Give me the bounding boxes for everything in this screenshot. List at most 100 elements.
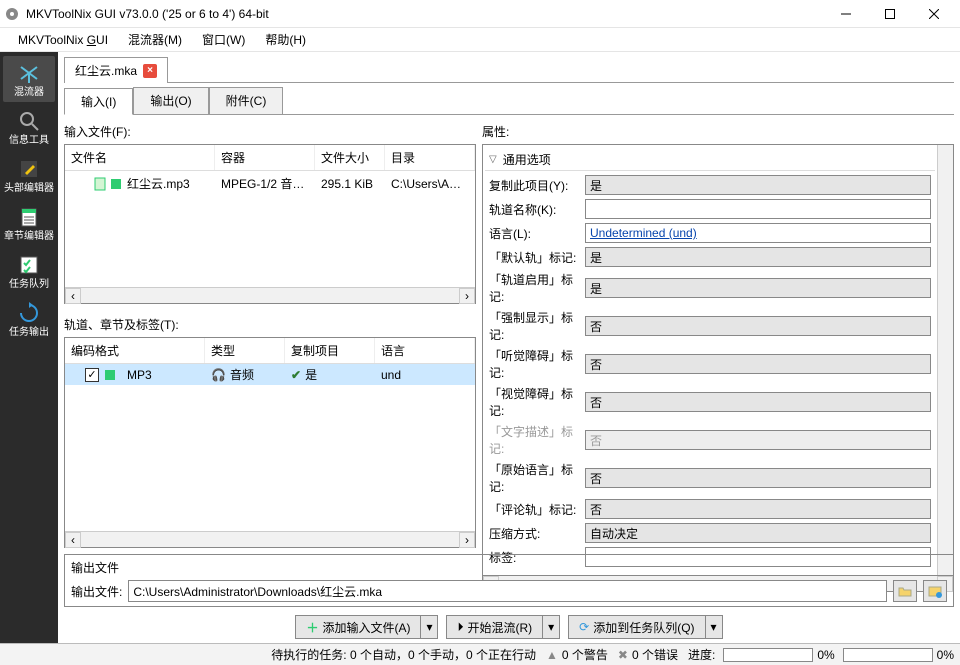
prop-label: 「文字描述」标记: [489, 423, 585, 457]
sidebar-item-output[interactable]: 任务输出 [3, 296, 55, 342]
menu-app[interactable]: MKVToolNix GUI [8, 30, 118, 50]
track-codec: MP3 [127, 368, 152, 382]
input-files-scrollbar[interactable]: ‹ › [65, 287, 475, 303]
file-icon [93, 177, 107, 191]
sidebar-item-label: 章节编辑器 [4, 232, 54, 242]
sidebar-item-queue[interactable]: 任务队列 [3, 248, 55, 294]
tab-input[interactable]: 输入(I) [64, 88, 133, 115]
scroll-left-icon[interactable]: ‹ [65, 532, 81, 548]
scroll-left-icon[interactable]: ‹ [65, 288, 81, 304]
col-container[interactable]: 容器 [215, 145, 315, 170]
content-area: 红尘云.mka × 输入(I) 输出(O) 附件(C) 输入文件(F): 文件名… [58, 52, 960, 643]
add-to-queue-label: 添加到任务队列(Q) [593, 619, 694, 636]
track-type: 音频 [230, 368, 254, 382]
output-section: 输出文件 输出文件: ＋ 添加输入文件(A) ▾ [64, 554, 954, 639]
output-section-title: 输出文件 [71, 559, 947, 576]
sidebar-item-label: 头部编辑器 [4, 184, 54, 194]
prop-copy-select[interactable]: 是 [585, 175, 931, 195]
sidebar-item-label: 信息工具 [9, 136, 49, 146]
properties-group-label: 通用选项 [503, 151, 551, 168]
notepad-icon [16, 204, 42, 230]
add-to-queue-dropdown[interactable]: ▾ [705, 615, 723, 639]
output-file-input[interactable] [128, 580, 887, 602]
prop-track-name-input[interactable] [585, 199, 931, 219]
prop-default-select[interactable]: 是 [585, 247, 931, 267]
col-type[interactable]: 类型 [205, 338, 285, 363]
document-tab[interactable]: 红尘云.mka × [64, 57, 168, 83]
progress-value-1: 0% [817, 648, 834, 662]
col-directory[interactable]: 目录 [385, 145, 475, 170]
add-to-queue-button[interactable]: ⟳ 添加到任务队列(Q) [568, 615, 704, 639]
magnifier-icon [16, 108, 42, 134]
play-icon: ⏵ [457, 620, 463, 635]
status-pending: 待执行的任务: 0 个自动，0 个手动，0 个正在行动 [271, 646, 536, 663]
col-language[interactable]: 语言 [375, 338, 475, 363]
col-size[interactable]: 文件大小 [315, 145, 385, 170]
prop-enabled-select[interactable]: 是 [585, 278, 931, 298]
prop-language-link[interactable]: Undetermined (und) [585, 223, 931, 243]
headphones-icon: 🎧 [211, 368, 226, 382]
tracks-scrollbar[interactable]: ‹ › [65, 531, 475, 547]
collapse-icon: ▽ [489, 154, 497, 165]
prop-commentary-select[interactable]: 否 [585, 499, 931, 519]
maximize-button[interactable] [868, 0, 912, 28]
prop-original-select[interactable]: 否 [585, 468, 931, 488]
properties-group-header[interactable]: ▽ 通用选项 [485, 149, 935, 171]
scroll-right-icon[interactable]: › [459, 532, 475, 548]
recent-output-button[interactable] [923, 580, 947, 602]
prop-label: 语言(L): [489, 225, 585, 242]
statusbar: 待执行的任务: 0 个自动，0 个手动，0 个正在行动 ▲ 0 个警告 ✖ 0 … [0, 643, 960, 665]
prop-compression-select[interactable]: 自动决定 [585, 523, 931, 543]
sidebar-item-label: 混流器 [14, 88, 44, 98]
prop-original: 「原始语言」标记: 否 [485, 461, 935, 495]
menu-help[interactable]: 帮助(H) [255, 28, 316, 51]
document-tabs: 红尘云.mka × [64, 56, 954, 83]
prop-compression: 压缩方式: 自动决定 [485, 523, 935, 543]
sidebar-item-info[interactable]: 信息工具 [3, 104, 55, 150]
sidebar-item-chapter-editor[interactable]: 章节编辑器 [3, 200, 55, 246]
menu-window[interactable]: 窗口(W) [192, 28, 255, 51]
track-copy: 是 [305, 368, 317, 382]
tracks-header: 编码格式 类型 复制项目 语言 [65, 338, 475, 364]
prop-visual-select[interactable]: 否 [585, 392, 931, 412]
sidebar-item-header-editor[interactable]: 头部编辑器 [3, 152, 55, 198]
start-mux-dropdown[interactable]: ▾ [542, 615, 560, 639]
track-lang: und [375, 366, 475, 384]
track-row[interactable]: MP3 🎧音频 ✔是 und [65, 364, 475, 385]
add-source-dropdown[interactable]: ▾ [420, 615, 438, 639]
track-enable-checkbox[interactable] [85, 368, 99, 382]
input-files-header: 文件名 容器 文件大小 目录 [65, 145, 475, 171]
sidebar-item-mux[interactable]: 混流器 [3, 56, 55, 102]
menu-mux[interactable]: 混流器(M) [118, 28, 192, 51]
close-tab-icon[interactable]: × [143, 64, 157, 78]
prop-track-name: 轨道名称(K): [485, 199, 935, 219]
add-source-button[interactable]: ＋ 添加输入文件(A) [295, 615, 420, 639]
file-name: 红尘云.mp3 [127, 175, 190, 192]
file-container: MPEG-1/2 音… [215, 173, 315, 194]
tab-attachments[interactable]: 附件(C) [209, 87, 284, 114]
col-copy[interactable]: 复制项目 [285, 338, 375, 363]
minimize-button[interactable] [824, 0, 868, 28]
track-color-swatch [111, 179, 121, 189]
properties-scrollbar[interactable] [937, 145, 953, 575]
pencil-icon [16, 156, 42, 182]
tab-output[interactable]: 输出(O) [133, 87, 208, 114]
prop-forced-select[interactable]: 否 [585, 316, 931, 336]
track-color-swatch [105, 370, 115, 380]
start-mux-button[interactable]: ⏵ 开始混流(R) [446, 615, 542, 639]
output-file-label: 输出文件: [71, 583, 122, 600]
col-codec[interactable]: 编码格式 [65, 338, 205, 363]
input-file-row[interactable]: 红尘云.mp3 MPEG-1/2 音… 295.1 KiB C:\Users\A… [65, 171, 475, 196]
scroll-right-icon[interactable]: › [459, 288, 475, 304]
prop-forced: 「强制显示」标记: 否 [485, 309, 935, 343]
titlebar: MKVToolNix GUI v73.0.0 ('25 or 6 to 4') … [0, 0, 960, 28]
io-tabs: 输入(I) 输出(O) 附件(C) [64, 87, 954, 115]
refresh-icon [16, 300, 42, 326]
prop-language: 语言(L): Undetermined (und) [485, 223, 935, 243]
close-button[interactable] [912, 0, 956, 28]
prop-hearing-select[interactable]: 否 [585, 354, 931, 374]
col-filename[interactable]: 文件名 [65, 145, 215, 170]
browse-output-button[interactable] [893, 580, 917, 602]
document-tab-label: 红尘云.mka [75, 62, 137, 79]
prop-hearing: 「听觉障碍」标记: 否 [485, 347, 935, 381]
